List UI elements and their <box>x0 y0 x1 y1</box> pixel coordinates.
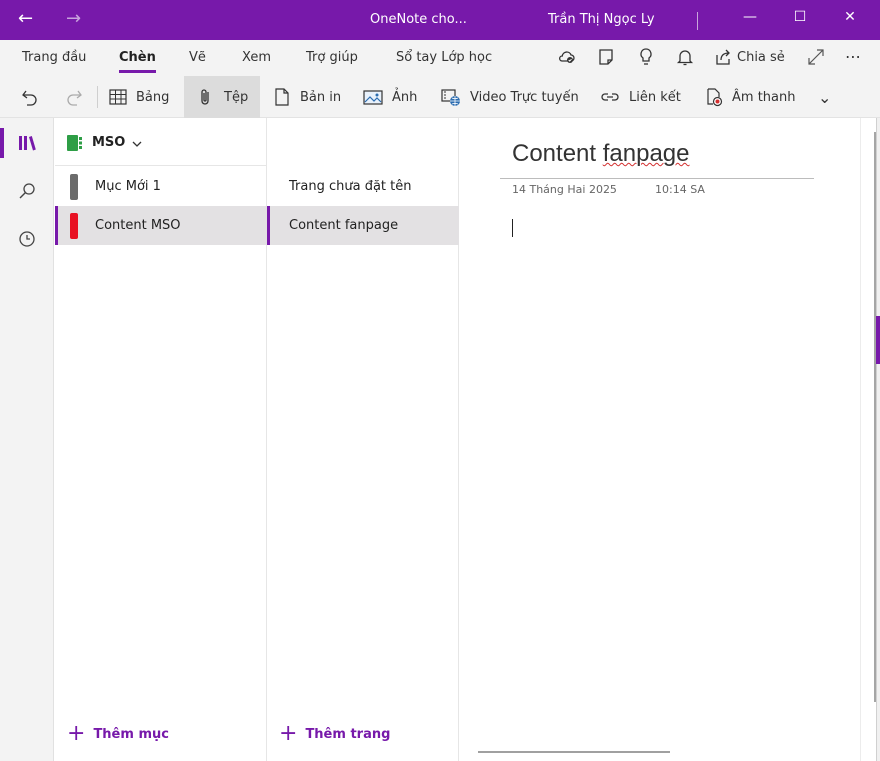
tab-draw[interactable]: Vẽ <box>189 50 206 65</box>
back-arrow-icon[interactable]: ← <box>18 8 33 29</box>
cloud-sync-icon[interactable] <box>557 47 577 67</box>
minimize-button[interactable]: — <box>740 9 760 25</box>
page-title-misspelled-word: fanpage <box>602 140 690 167</box>
pages-panel: Trang chưa đặt tên Content fanpage + Thê… <box>267 118 459 761</box>
page-time: 10:14 SA <box>655 183 705 196</box>
page-label: Content fanpage <box>289 218 399 233</box>
redo-button[interactable] <box>64 76 92 118</box>
page-canvas[interactable]: Content fanpage 14 Tháng Hai 2025 10:14 … <box>460 118 860 761</box>
toolbar-more-button[interactable]: ⌄ <box>818 76 831 118</box>
forward-arrow-icon[interactable]: → <box>66 8 81 29</box>
title-separator <box>697 12 698 30</box>
title-underline <box>500 178 814 179</box>
lightbulb-icon[interactable] <box>636 47 656 67</box>
search-button[interactable] <box>0 168 54 214</box>
insert-picture-label: Ảnh <box>392 89 418 105</box>
share-label: Chia sẻ <box>737 49 785 65</box>
horizontal-scrollbar[interactable] <box>478 751 670 753</box>
paperclip-icon <box>201 89 209 105</box>
undo-button[interactable] <box>20 76 48 118</box>
toolbar-separator <box>97 86 98 108</box>
close-button[interactable]: ✕ <box>840 9 860 25</box>
maximize-button[interactable]: ☐ <box>790 9 810 25</box>
tab-class-notebook[interactable]: Sổ tay Lớp học <box>396 50 492 65</box>
title-bar: ← → OneNote cho... Trần Thị Ngọc Ly — ☐ … <box>0 0 880 40</box>
online-video-icon <box>441 89 460 106</box>
page-title-text: Content <box>512 140 603 167</box>
vertical-scrollbar[interactable] <box>860 118 876 761</box>
page-title[interactable]: Content fanpage <box>512 140 690 168</box>
page-date: 14 Tháng Hai 2025 <box>512 183 617 196</box>
user-name[interactable]: Trần Thị Ngọc Ly <box>548 12 655 27</box>
expand-icon[interactable] <box>806 47 826 67</box>
ribbon-tabs: Trang đầu Chèn Vẽ Xem Trợ giúp Sổ tay Lớ… <box>0 40 880 76</box>
link-icon <box>601 93 619 101</box>
more-options-icon[interactable]: ⋯ <box>845 47 861 66</box>
page-view-icon[interactable] <box>596 47 616 67</box>
section-color-tab <box>70 173 78 200</box>
notebook-name[interactable]: MSO <box>92 135 125 150</box>
insert-printout-label: Bản in <box>300 89 342 105</box>
add-page-label: Thêm trang <box>305 726 391 742</box>
tab-insert[interactable]: Chèn <box>119 50 156 73</box>
search-icon <box>19 183 35 199</box>
insert-link-label: Liên kết <box>629 89 681 105</box>
notebooks-icon <box>19 136 36 151</box>
add-section-label: Thêm mục <box>93 726 169 742</box>
page-item-selected[interactable]: Content fanpage <box>267 206 459 245</box>
insert-table-label: Bảng <box>136 89 170 105</box>
chevron-down-icon: ⌄ <box>818 87 832 107</box>
insert-file-button[interactable]: Tệp <box>184 76 260 118</box>
section-item-selected[interactable]: Content MSO <box>55 206 267 245</box>
document-icon <box>275 88 289 106</box>
insert-online-video-label: Video Trực tuyến <box>470 89 579 105</box>
insert-printout-button[interactable]: Bản in <box>272 76 341 118</box>
navigation-rail <box>0 118 54 761</box>
table-icon <box>109 89 127 105</box>
tab-home[interactable]: Trang đầu <box>22 50 86 65</box>
notebook-icon[interactable] <box>67 135 85 151</box>
clock-icon <box>19 231 35 247</box>
window-edge <box>876 118 880 761</box>
share-icon <box>716 49 730 65</box>
insert-audio-button[interactable]: Âm thanh <box>704 76 795 118</box>
recent-button[interactable] <box>0 216 54 262</box>
tab-view[interactable]: Xem <box>242 50 271 65</box>
undo-icon <box>22 90 37 106</box>
picture-icon <box>363 90 383 105</box>
insert-online-video-button[interactable]: Video Trực tuyến <box>440 76 579 118</box>
add-section-button[interactable]: + Thêm mục <box>67 723 169 745</box>
section-item[interactable]: Mục Mới 1 <box>55 167 267 206</box>
insert-table-button[interactable]: Bảng <box>108 76 169 118</box>
edge-accent <box>876 316 880 364</box>
text-cursor <box>512 219 513 237</box>
add-page-button[interactable]: + Thêm trang <box>279 723 390 745</box>
section-label: Mục Mới 1 <box>95 179 161 194</box>
sections-panel: MSO Mục Mới 1 Content MSO + Thêm mục <box>55 118 459 761</box>
tab-help[interactable]: Trợ giúp <box>306 50 358 65</box>
redo-icon <box>67 90 82 106</box>
page-item[interactable]: Trang chưa đặt tên <box>267 167 459 206</box>
insert-picture-button[interactable]: Ảnh <box>362 76 417 118</box>
insert-audio-label: Âm thanh <box>732 89 796 105</box>
insert-link-button[interactable]: Liên kết <box>599 76 681 118</box>
page-label: Trang chưa đặt tên <box>289 179 412 194</box>
app-title: OneNote cho... <box>370 12 467 27</box>
bell-icon[interactable] <box>675 47 695 67</box>
section-color-tab <box>70 212 78 239</box>
plus-icon: + <box>67 721 86 746</box>
section-label: Content MSO <box>95 218 181 233</box>
notebooks-button[interactable] <box>0 120 54 166</box>
audio-record-icon <box>707 88 723 107</box>
ribbon-toolbar: Bảng Tệp Bản in Ảnh Video Trực tuyến Liê… <box>0 76 880 118</box>
share-button[interactable]: Chia sẻ <box>713 47 785 67</box>
insert-file-label: Tệp <box>224 89 249 105</box>
plus-icon: + <box>279 721 298 746</box>
notebook-chevron-icon[interactable] <box>132 140 142 148</box>
